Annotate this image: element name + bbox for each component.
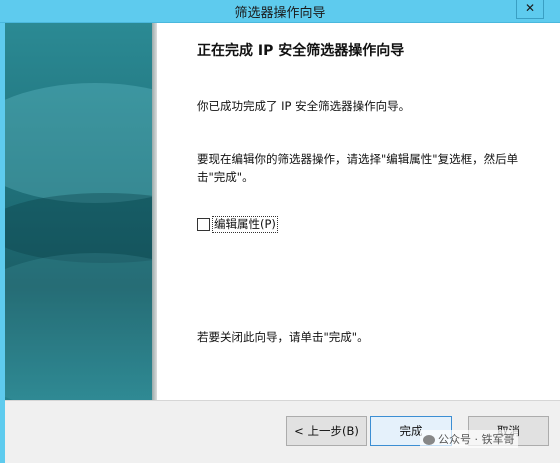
wizard-side-banner [5,23,152,400]
title-bar: 筛选器操作向导 ✕ [0,0,560,23]
watermark: 公众号 · 铁军哥 [420,430,518,448]
edit-properties-label[interactable]: 编辑属性(P) [212,215,278,233]
close-icon[interactable]: ✕ [516,0,544,19]
page-title: 正在完成 IP 安全筛选器操作向导 [197,43,405,59]
edit-instructions: 要现在编辑你的筛选器操作，请选择"编辑属性"复选框，然后单击"完成"。 [197,152,519,184]
wizard-window: 筛选器操作向导 ✕ 正在完成 IP 安全筛选器操作向导 你已成功完成了 IP 安… [0,0,560,463]
banner-decoration [5,83,152,203]
wizard-content: 正在完成 IP 安全筛选器操作向导 你已成功完成了 IP 安全筛选器操作向导。 … [157,23,560,400]
wechat-icon [423,435,435,445]
edit-properties-option[interactable]: 编辑属性(P) [197,215,278,233]
back-button[interactable]: < 上一步(B) [286,416,367,446]
edit-properties-checkbox[interactable] [197,217,210,231]
watermark-text: 公众号 · 铁军哥 [438,433,515,446]
completion-message: 你已成功完成了 IP 安全筛选器操作向导。 [197,99,411,113]
banner-decoration [5,253,152,400]
window-title: 筛选器操作向导 [234,6,326,21]
close-instructions: 若要关闭此向导，请单击"完成"。 [197,330,369,344]
